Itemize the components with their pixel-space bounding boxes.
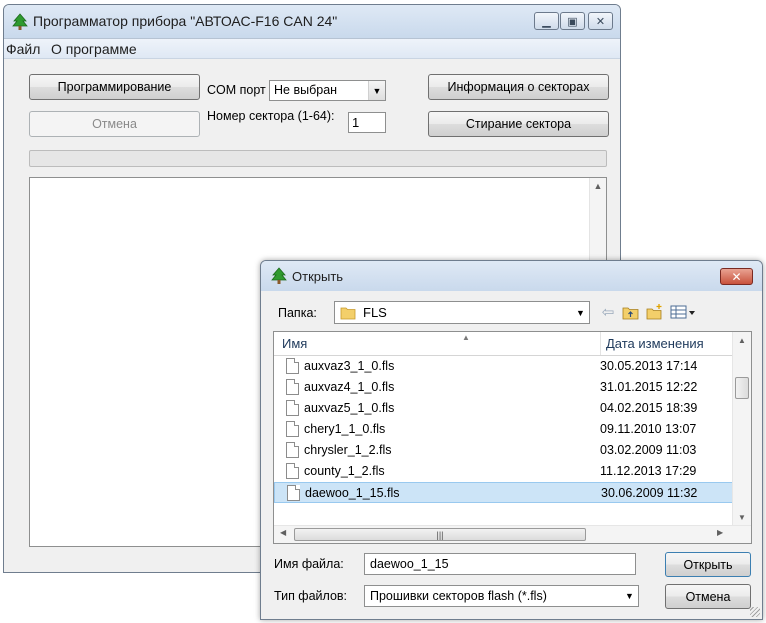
file-date: 30.05.2013 17:14 bbox=[600, 359, 698, 373]
filetype-label: Тип файлов: bbox=[274, 589, 348, 603]
file-name: daewoo_1_15.fls bbox=[305, 486, 400, 500]
file-icon bbox=[286, 442, 299, 458]
up-folder-icon[interactable] bbox=[622, 303, 640, 321]
folder-label: Папка: bbox=[278, 306, 317, 320]
filetype-select[interactable]: Прошивки секторов flash (*.fls) ▼ bbox=[364, 585, 639, 607]
close-button[interactable]: ✕ bbox=[588, 12, 613, 30]
minimize-icon: ▁ bbox=[542, 15, 551, 28]
menu-about[interactable]: О программе bbox=[51, 41, 137, 57]
maximize-icon: ▣ bbox=[567, 15, 578, 28]
file-icon bbox=[286, 358, 299, 374]
file-date: 30.06.2009 11:32 bbox=[601, 486, 698, 500]
file-list-vertical-scrollbar[interactable]: ▲ ▼ bbox=[732, 332, 751, 526]
file-name: auxvaz4_1_0.fls bbox=[304, 380, 395, 394]
filename-label: Имя файла: bbox=[274, 557, 344, 571]
scroll-left-icon[interactable]: ◀ bbox=[280, 528, 286, 537]
com-port-select[interactable]: Не выбран ▼ bbox=[269, 80, 386, 101]
file-icon bbox=[287, 485, 300, 501]
view-menu-icon[interactable] bbox=[670, 303, 696, 321]
file-date: 09.11.2010 13:07 bbox=[600, 422, 697, 436]
chevron-down-icon[interactable]: ▼ bbox=[368, 81, 385, 100]
minimize-button[interactable]: ▁ bbox=[534, 12, 559, 30]
folder-icon bbox=[340, 307, 356, 320]
menu-file[interactable]: Файл bbox=[6, 41, 40, 57]
sort-ascending-icon: ▲ bbox=[462, 333, 470, 342]
file-icon bbox=[286, 421, 299, 437]
file-icon bbox=[286, 379, 299, 395]
chevron-down-icon[interactable]: ▼ bbox=[572, 302, 589, 323]
file-name: auxvaz3_1_0.fls bbox=[304, 359, 395, 373]
scroll-down-icon[interactable]: ▼ bbox=[733, 513, 751, 522]
app-tree-icon bbox=[12, 13, 28, 30]
file-name: county_1_2.fls bbox=[304, 464, 385, 478]
close-icon: ✕ bbox=[595, 15, 606, 28]
dialog-close-button[interactable]: ✕ bbox=[720, 268, 753, 285]
filetype-value: Прошивки секторов flash (*.fls) bbox=[370, 589, 547, 603]
column-header-date[interactable]: Дата изменения bbox=[600, 332, 734, 356]
menu-bar: Файл О программе bbox=[4, 39, 620, 59]
erase-sector-button[interactable]: Стирание сектора bbox=[428, 111, 609, 137]
cancel-button[interactable]: Отмена bbox=[29, 111, 200, 137]
file-icon bbox=[286, 463, 299, 479]
com-port-value: Не выбран bbox=[274, 83, 338, 97]
close-icon: ✕ bbox=[731, 269, 742, 284]
file-date: 03.02.2009 11:03 bbox=[600, 443, 697, 457]
column-date-label: Дата изменения bbox=[606, 336, 704, 351]
file-list-horizontal-scrollbar[interactable]: ◀ ||| ▶ bbox=[274, 525, 751, 543]
resize-grip-icon[interactable] bbox=[750, 607, 760, 617]
file-row[interactable]: chrysler_1_2.fls 03.02.2009 11:03 bbox=[274, 440, 733, 461]
folder-select[interactable]: FLS ▼ bbox=[334, 301, 590, 324]
filename-value: daewoo_1_15 bbox=[370, 557, 449, 571]
scroll-thumb-horizontal[interactable]: ||| bbox=[294, 528, 586, 541]
file-row-selected[interactable]: daewoo_1_15.fls 30.06.2009 11:32 bbox=[274, 482, 733, 503]
sector-number-input[interactable]: 1 bbox=[348, 112, 386, 133]
file-date: 31.01.2015 12:22 bbox=[600, 380, 698, 394]
sector-number-label: Номер сектора (1-64): bbox=[207, 109, 335, 123]
maximize-button[interactable]: ▣ bbox=[560, 12, 585, 30]
open-button[interactable]: Открыть bbox=[665, 552, 751, 577]
scroll-up-icon[interactable]: ▲ bbox=[733, 336, 751, 345]
file-list[interactable]: Имя ▲ Дата изменения auxvaz3_1_0.fls 30.… bbox=[273, 331, 752, 544]
scroll-thumb[interactable] bbox=[735, 377, 749, 399]
program-button[interactable]: Программирование bbox=[29, 74, 200, 100]
file-row[interactable]: auxvaz5_1_0.fls 04.02.2015 18:39 bbox=[274, 398, 733, 419]
file-row[interactable]: county_1_2.fls 11.12.2013 17:29 bbox=[274, 461, 733, 482]
com-port-label: COM порт bbox=[207, 83, 266, 97]
column-name-label: Имя bbox=[282, 336, 308, 351]
filename-input[interactable]: daewoo_1_15 bbox=[364, 553, 636, 575]
back-arrow-icon[interactable]: ⇦ bbox=[600, 303, 616, 321]
file-name: auxvaz5_1_0.fls bbox=[304, 401, 395, 415]
file-date: 11.12.2013 17:29 bbox=[600, 464, 697, 478]
column-header-name[interactable]: Имя ▲ bbox=[274, 332, 600, 356]
progress-bar bbox=[29, 150, 607, 167]
open-file-dialog: Открыть ✕ Папка: FLS ▼ ⇦ Имя ▲ Дата изме… bbox=[260, 260, 763, 620]
scroll-up-icon[interactable]: ▲ bbox=[590, 181, 606, 191]
grip-lines-icon: ||| bbox=[436, 529, 444, 540]
sector-info-button[interactable]: Информация о секторах bbox=[428, 74, 609, 100]
app-tree-icon bbox=[271, 267, 287, 284]
folder-value: FLS bbox=[363, 305, 387, 320]
file-name: chery1_1_0.fls bbox=[304, 422, 386, 436]
dialog-cancel-button[interactable]: Отмена bbox=[665, 584, 751, 609]
file-row[interactable]: auxvaz4_1_0.fls 31.01.2015 12:22 bbox=[274, 377, 733, 398]
file-row[interactable]: auxvaz3_1_0.fls 30.05.2013 17:14 bbox=[274, 356, 733, 377]
chevron-down-icon[interactable]: ▼ bbox=[621, 586, 638, 606]
title-bar[interactable]: Программатор прибора "АВТОАС-F16 CAN 24"… bbox=[4, 5, 620, 39]
new-folder-icon[interactable] bbox=[646, 303, 664, 321]
file-row[interactable]: chery1_1_0.fls 09.11.2010 13:07 bbox=[274, 419, 733, 440]
window-title: Программатор прибора "АВТОАС-F16 CAN 24" bbox=[33, 13, 338, 29]
dialog-title: Открыть bbox=[292, 269, 344, 284]
file-icon bbox=[286, 400, 299, 416]
dialog-title-bar[interactable]: Открыть ✕ bbox=[261, 261, 762, 291]
file-date: 04.02.2015 18:39 bbox=[600, 401, 698, 415]
scroll-right-icon[interactable]: ▶ bbox=[717, 528, 723, 537]
file-name: chrysler_1_2.fls bbox=[304, 443, 392, 457]
